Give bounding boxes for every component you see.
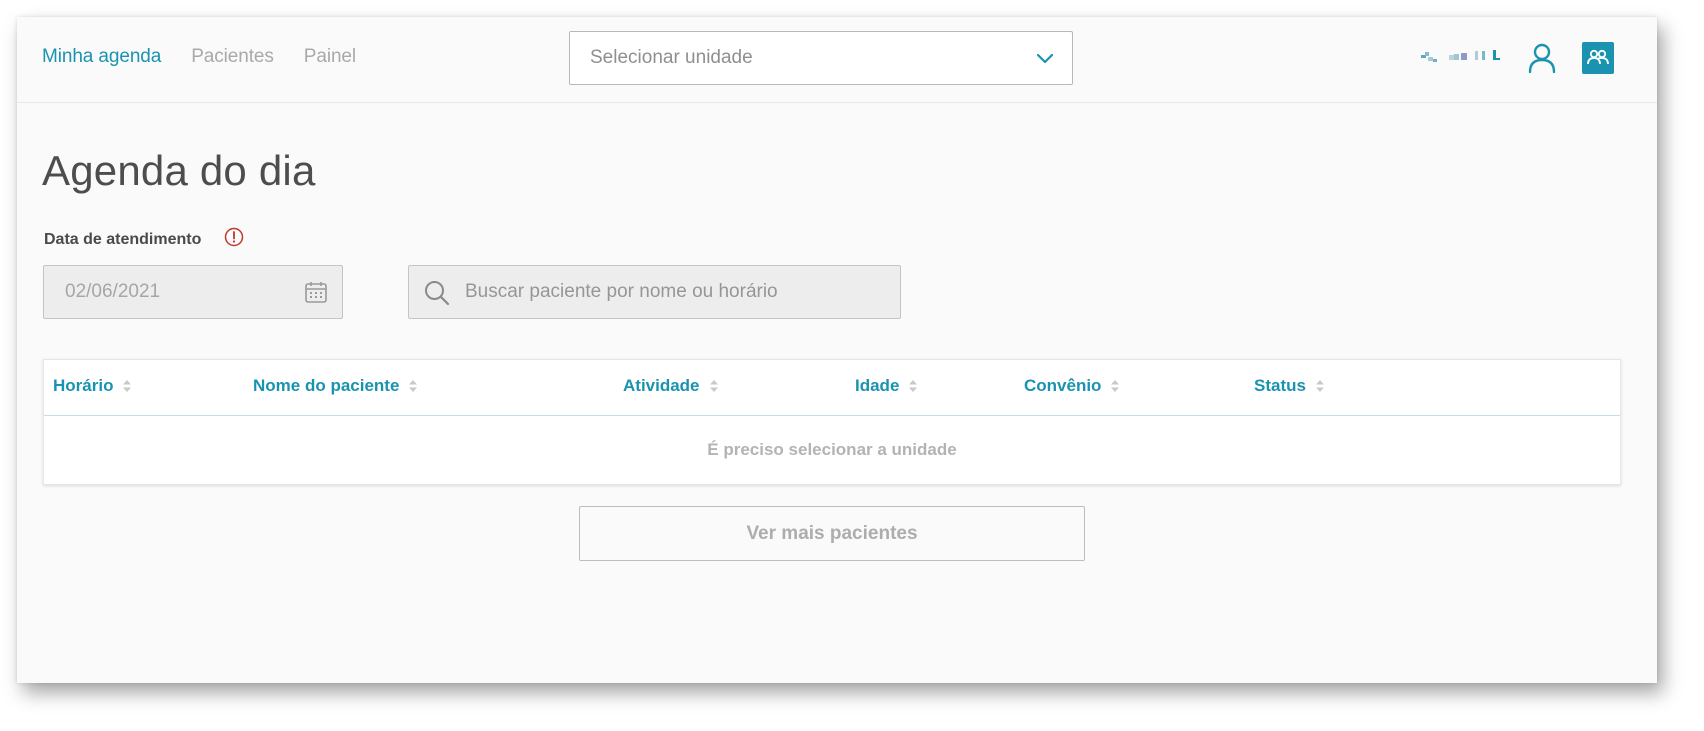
unit-select-placeholder: Selecionar unidade [590,47,753,68]
user-icon[interactable] [1527,42,1557,74]
patient-search-input[interactable]: Buscar paciente por nome ou horário [408,265,901,319]
nav-painel[interactable]: Painel [304,46,356,68]
schedule-table: Horário Nome do paciente Atividade Idade… [43,359,1621,485]
date-field-label: Data de atendimento [44,231,202,248]
column-header-idade[interactable]: Idade [855,376,918,396]
load-more-patients-button[interactable]: Ver mais pacientes [579,506,1085,561]
unit-select-dropdown[interactable]: Selecionar unidade [569,31,1073,85]
app-window: Minha agenda Pacientes Painel Selecionar… [17,17,1657,683]
column-header-convenio[interactable]: Convênio [1024,376,1120,396]
column-header-label: Atividade [623,376,700,395]
sort-icon [123,380,132,392]
date-field[interactable]: 02/06/2021 [43,265,343,319]
calendar-icon[interactable] [304,280,328,304]
sort-icon [709,380,718,392]
page-title: Agenda do dia [42,147,316,194]
nav-minha-agenda[interactable]: Minha agenda [42,46,161,68]
search-placeholder: Buscar paciente por nome ou horário [465,281,778,302]
sort-icon [409,380,418,392]
sort-icon [909,380,918,392]
column-header-label: Status [1254,376,1306,395]
table-empty-message: É preciso selecionar a unidade [707,440,957,459]
team-icon [1587,49,1609,65]
search-icon [425,281,450,306]
column-header-atividade[interactable]: Atividade [623,376,718,396]
info-alert-icon[interactable] [224,227,244,247]
chevron-down-icon [1036,53,1054,64]
nav-pacientes[interactable]: Pacientes [191,46,274,68]
column-header-label: Nome do paciente [253,376,400,395]
date-field-value: 02/06/2021 [65,281,161,302]
team-switch-button[interactable] [1582,42,1614,74]
column-header-status[interactable]: Status [1254,376,1324,396]
column-header-horario[interactable]: Horário [53,376,132,396]
column-header-label: Horário [53,376,114,395]
sort-icon [1111,380,1120,392]
table-header: Horário Nome do paciente Atividade Idade… [44,360,1620,416]
column-header-nome-do-paciente[interactable]: Nome do paciente [253,376,418,396]
main-nav: Minha agenda Pacientes Painel [42,46,356,68]
column-header-label: Idade [855,376,900,395]
sort-icon [1315,380,1324,392]
top-navigation-bar: Minha agenda Pacientes Painel Selecionar… [17,17,1657,103]
brand-logo [1421,50,1500,62]
column-header-label: Convênio [1024,376,1102,395]
